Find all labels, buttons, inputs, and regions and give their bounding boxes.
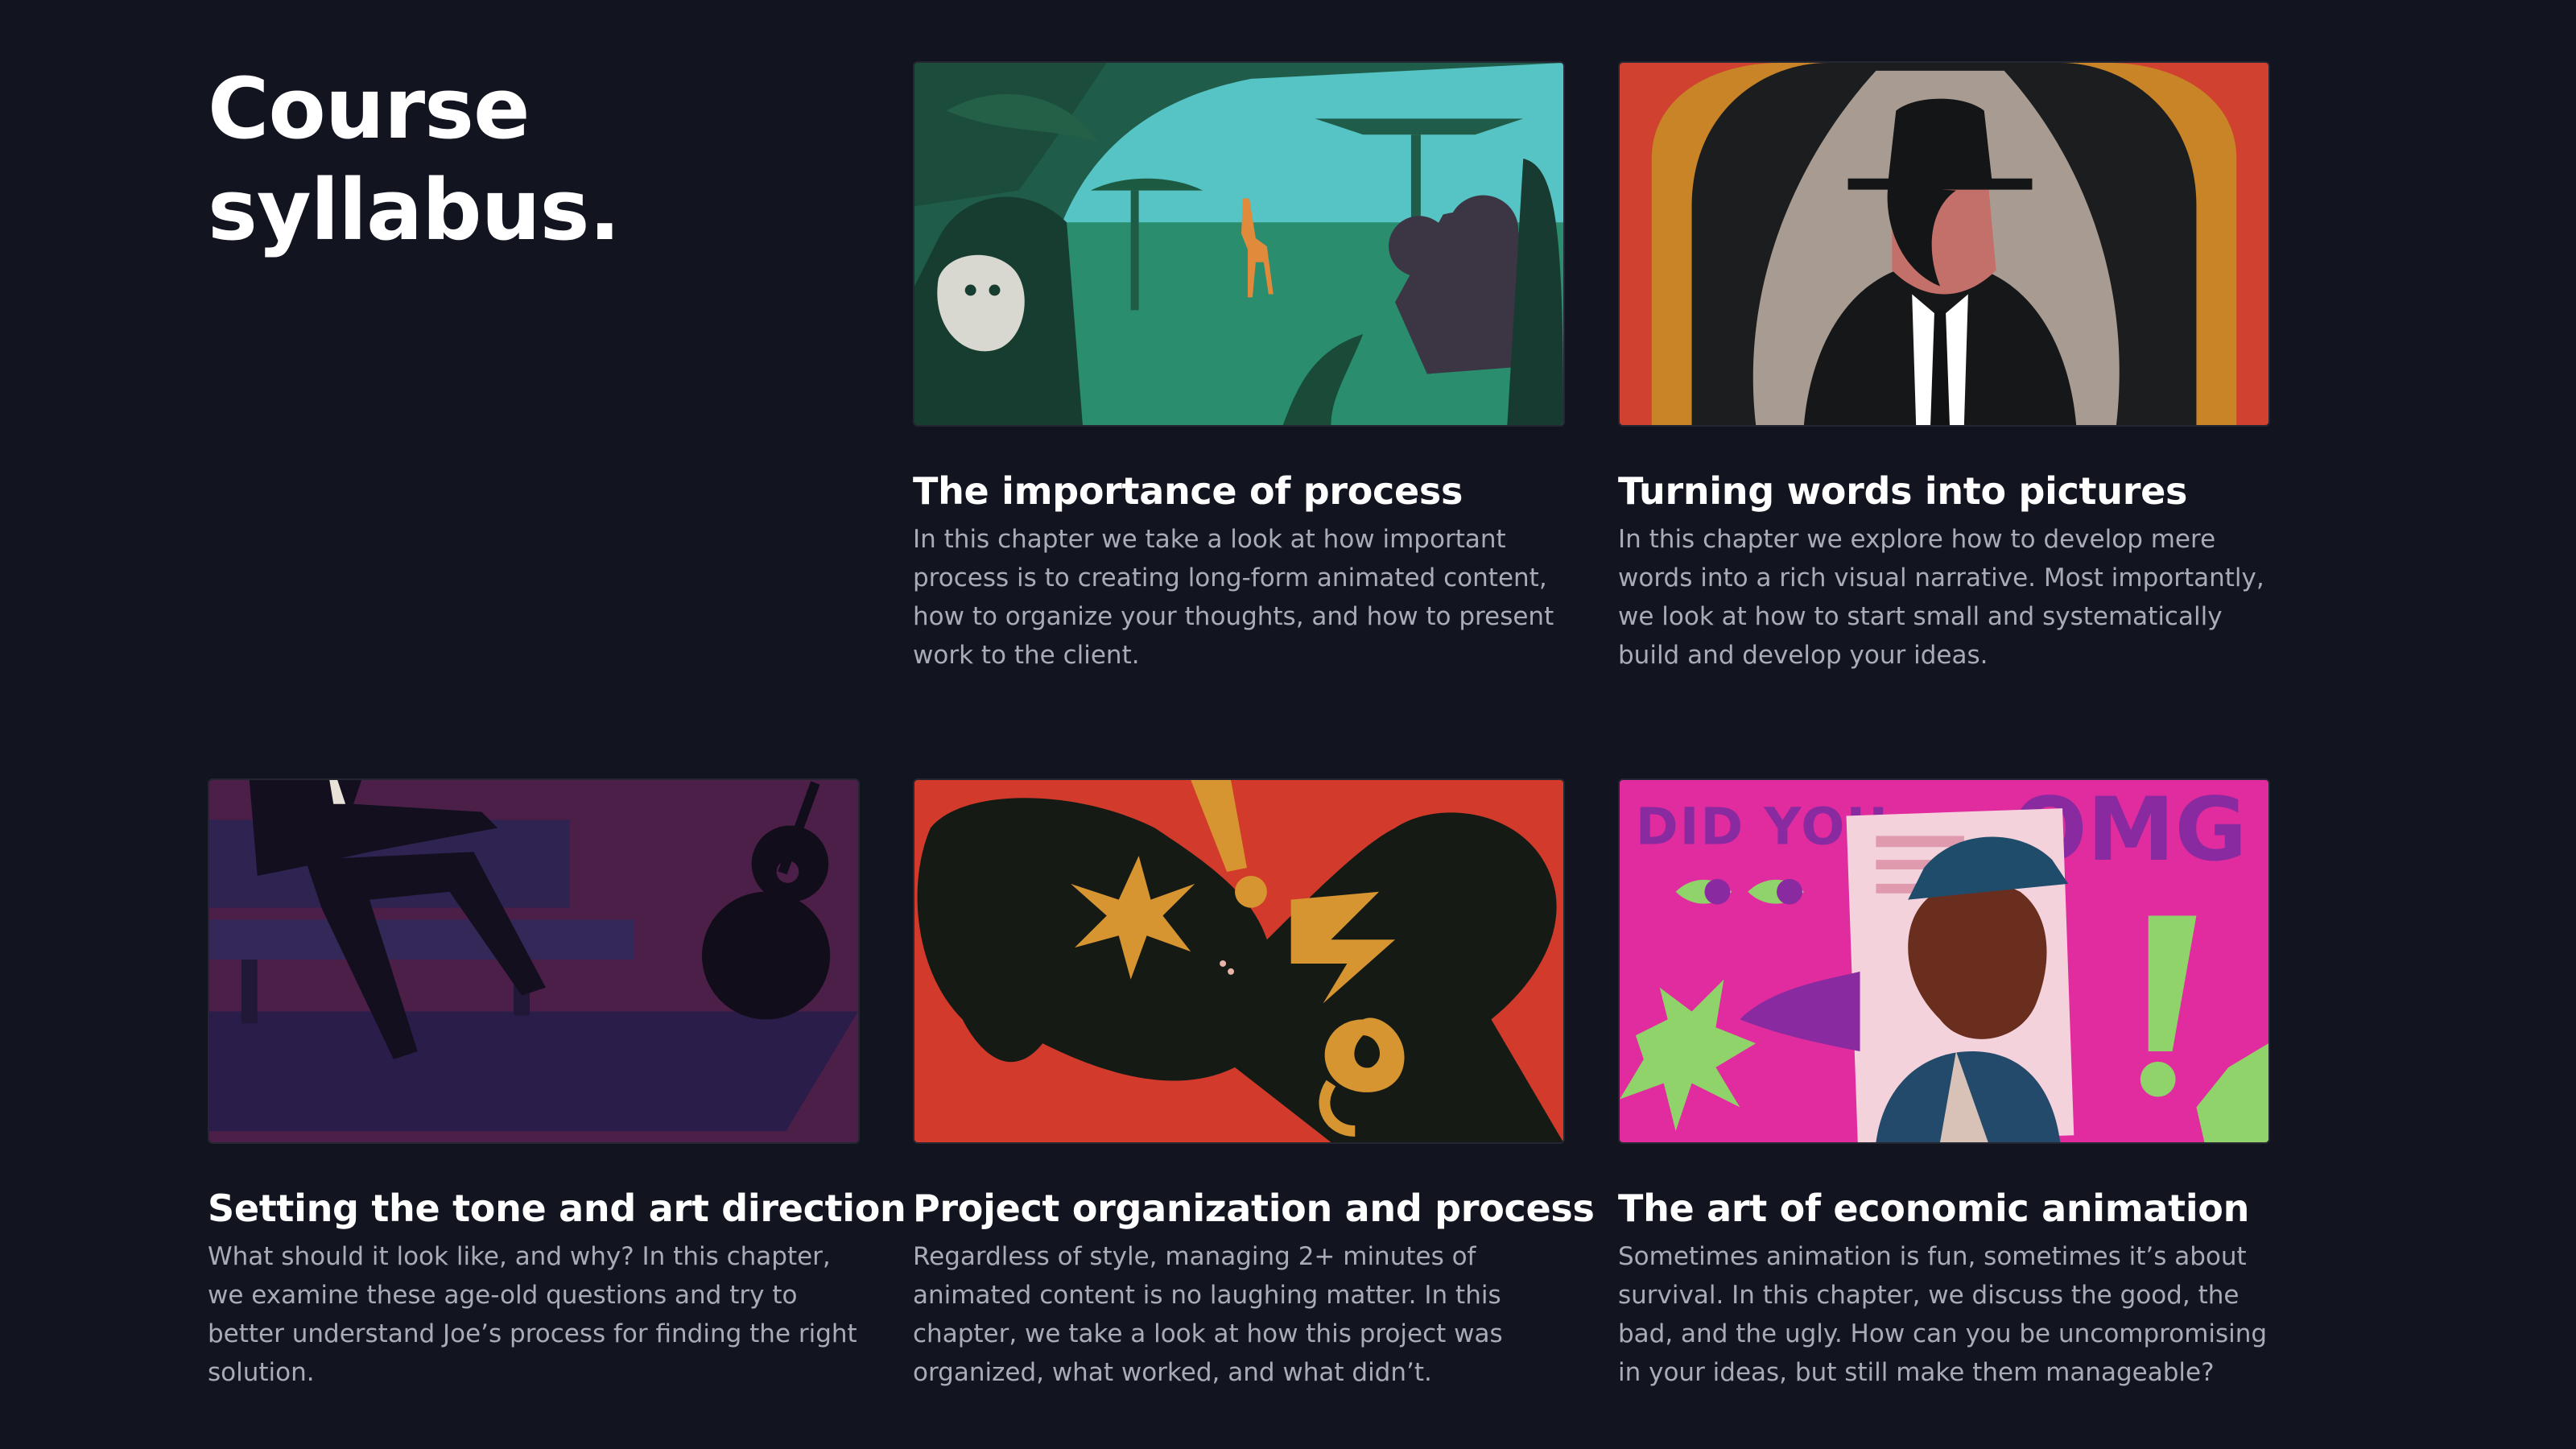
chapter-description: What should it look like, and why? In th…	[208, 1242, 857, 1387]
chapter-thumbnail-bench-guitar[interactable]	[208, 778, 860, 1144]
chapter-title[interactable]: Project organization and process	[913, 1186, 1595, 1231]
chapter-title[interactable]: Setting the tone and art direction	[208, 1186, 906, 1231]
chapter-card-words-into-pictures[interactable]: Turning words into pictures In this chap…	[1618, 61, 2270, 675]
chapter-description: Regardless of style, managing 2+ minutes…	[913, 1242, 1503, 1387]
chapter-card-process[interactable]: The importance of process In this chapte…	[913, 61, 1565, 675]
page-title-line-2: syllabus.	[208, 161, 621, 259]
chapter-description: Sometimes animation is fun, sometimes it…	[1618, 1242, 2268, 1387]
page-title: Course syllabus.	[208, 58, 819, 261]
page-title-line-1: Course	[208, 60, 530, 158]
chapter-description: In this chapter we take a look at how im…	[913, 525, 1554, 670]
chapter-card-tone-art-direction[interactable]: Setting the tone and art direction What …	[208, 778, 906, 1392]
chapter-card-economic-animation[interactable]: DID YOU OMG The art of economic animatio…	[1618, 778, 2270, 1392]
chapter-description: In this chapter we explore how to develo…	[1618, 525, 2264, 670]
chapter-thumbnail-magazine-woman[interactable]: DID YOU OMG	[1618, 778, 2270, 1144]
chapter-card-project-organization[interactable]: Project organization and process Regardl…	[913, 778, 1595, 1392]
chapter-title[interactable]: Turning words into pictures	[1618, 469, 2270, 514]
chapter-title[interactable]: The art of economic animation	[1618, 1186, 2270, 1231]
chapter-thumbnail-fedora-man[interactable]	[1618, 61, 2270, 427]
chapter-thumbnail-shouting-silhouette[interactable]	[913, 778, 1565, 1144]
chapter-title[interactable]: The importance of process	[913, 469, 1565, 514]
chapter-thumbnail-jungle[interactable]	[913, 61, 1565, 427]
